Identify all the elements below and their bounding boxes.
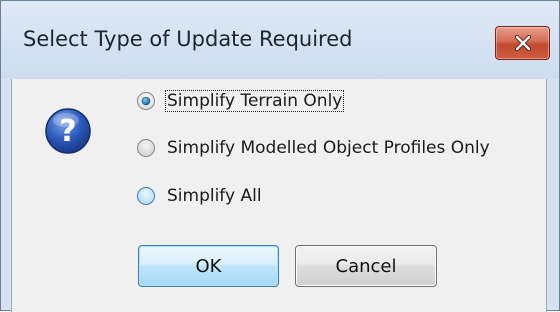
radio-selected-icon[interactable] <box>136 91 156 111</box>
svg-text:?: ? <box>59 114 76 149</box>
radio-unselected-icon[interactable] <box>136 138 156 158</box>
ok-button[interactable]: OK <box>138 245 279 287</box>
option-simplify-all[interactable]: Simplify All <box>136 184 263 208</box>
option-label-profiles: Simplify Modelled Object Profiles Only <box>167 138 490 158</box>
option-label-terrain: Simplify Terrain Only <box>164 90 345 112</box>
title-bar[interactable]: Select Type of Update Required <box>1 1 559 79</box>
cancel-button[interactable]: Cancel <box>295 245 437 287</box>
radio-hover-icon[interactable] <box>136 186 156 206</box>
option-simplify-modelled-object-profiles-only[interactable]: Simplify Modelled Object Profiles Only <box>136 136 491 160</box>
dialog-title: Select Type of Update Required <box>23 27 353 51</box>
close-button[interactable] <box>495 26 550 60</box>
dialog-body: ? Simplify Terrain Only Simplify Modelle… <box>11 79 547 312</box>
option-label-all: Simplify All <box>167 186 262 206</box>
question-icon: ? <box>45 108 91 154</box>
dialog-window: Select Type of Update Required ? Simplif… <box>0 0 560 312</box>
option-simplify-terrain-only[interactable]: Simplify Terrain Only <box>136 89 345 113</box>
close-icon <box>514 35 532 51</box>
